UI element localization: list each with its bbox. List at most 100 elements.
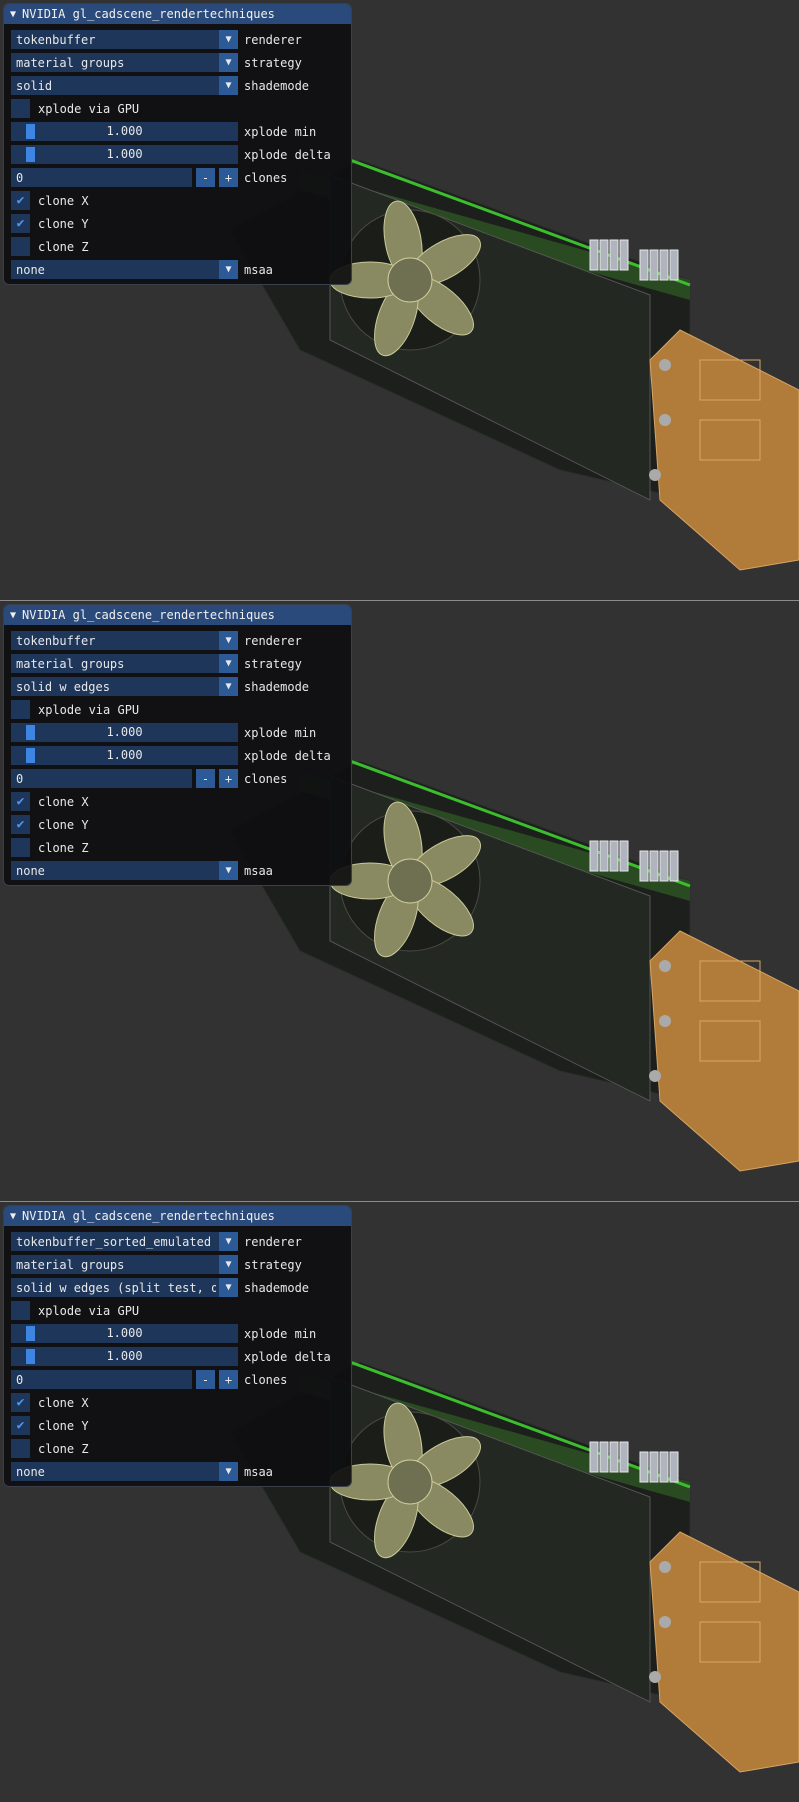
xplode-gpu-checkbox[interactable] — [11, 99, 30, 118]
settings-window[interactable]: ▼ NVIDIA gl_cadscene_rendertechniques to… — [3, 1205, 352, 1487]
strategy-label: strategy — [244, 1257, 302, 1272]
strategy-label: strategy — [244, 55, 302, 70]
strategy-dropdown[interactable]: material groups ▼ — [11, 654, 238, 673]
xplode-min-slider[interactable]: 1.000 — [11, 1324, 238, 1343]
settings-window[interactable]: ▼ NVIDIA gl_cadscene_rendertechniques to… — [3, 604, 352, 886]
shademode-dropdown[interactable]: solid w edges ▼ — [11, 677, 238, 696]
renderer-dropdown[interactable]: tokenbuffer ▼ — [11, 631, 238, 650]
clones-increment-button[interactable]: + — [219, 1370, 238, 1389]
clones-decrement-button[interactable]: - — [196, 168, 215, 187]
clones-label: clones — [244, 1372, 288, 1387]
triangle-down-icon: ▼ — [219, 1255, 238, 1274]
window-title: NVIDIA gl_cadscene_rendertechniques — [22, 1209, 275, 1223]
viewport-2[interactable]: ▼ NVIDIA gl_cadscene_rendertechniques to… — [0, 601, 799, 1201]
xplode-min-slider[interactable]: 1.000 — [11, 122, 238, 141]
triangle-down-icon: ▼ — [219, 53, 238, 72]
clone-x-label: clone X — [38, 193, 89, 208]
clone-y-label: clone Y — [38, 817, 89, 832]
checkmark-icon: ✔ — [16, 216, 25, 231]
shademode-label: shademode — [244, 679, 310, 694]
clone-y-label: clone Y — [38, 1418, 89, 1433]
clones-increment-button[interactable]: + — [219, 168, 238, 187]
msaa-dropdown[interactable]: none ▼ — [11, 861, 238, 880]
clones-decrement-button[interactable]: - — [196, 1370, 215, 1389]
clone-x-checkbox[interactable]: ✔ — [11, 792, 30, 811]
clone-y-label: clone Y — [38, 216, 89, 231]
xplode-gpu-label: xplode via GPU — [38, 702, 140, 717]
xplode-min-label: xplode min — [244, 124, 317, 139]
xplode-delta-slider[interactable]: 1.000 — [11, 145, 238, 164]
checkmark-icon: ✔ — [16, 193, 25, 208]
clone-x-checkbox[interactable]: ✔ — [11, 1393, 30, 1412]
triangle-down-icon[interactable]: ▼ — [10, 610, 16, 621]
msaa-label: msaa — [244, 262, 273, 277]
checkmark-icon: ✔ — [16, 1395, 25, 1410]
clones-input[interactable]: 0 — [11, 1370, 192, 1389]
clones-input[interactable]: 0 — [11, 769, 192, 788]
clone-x-label: clone X — [38, 1395, 89, 1410]
triangle-down-icon: ▼ — [219, 76, 238, 95]
xplode-delta-label: xplode delta — [244, 1349, 331, 1364]
clone-x-label: clone X — [38, 794, 89, 809]
triangle-down-icon[interactable]: ▼ — [10, 9, 16, 20]
viewport-3[interactable]: ▼ NVIDIA gl_cadscene_rendertechniques to… — [0, 1202, 799, 1802]
window-title-bar[interactable]: ▼ NVIDIA gl_cadscene_rendertechniques — [4, 605, 351, 625]
shademode-dropdown[interactable]: solid w edges (split test, on ▼ — [11, 1278, 238, 1297]
shademode-label: shademode — [244, 78, 310, 93]
xplode-gpu-checkbox[interactable] — [11, 1301, 30, 1320]
shademode-dropdown[interactable]: solid ▼ — [11, 76, 238, 95]
clone-y-checkbox[interactable]: ✔ — [11, 1416, 30, 1435]
xplode-min-slider[interactable]: 1.000 — [11, 723, 238, 742]
checkmark-icon: ✔ — [16, 794, 25, 809]
settings-window[interactable]: ▼ NVIDIA gl_cadscene_rendertechniques to… — [3, 3, 352, 285]
xplode-delta-slider[interactable]: 1.000 — [11, 746, 238, 765]
xplode-delta-slider[interactable]: 1.000 — [11, 1347, 238, 1366]
clone-z-label: clone Z — [38, 840, 89, 855]
msaa-label: msaa — [244, 1464, 273, 1479]
triangle-down-icon: ▼ — [219, 1232, 238, 1251]
clones-label: clones — [244, 771, 288, 786]
clones-input[interactable]: 0 — [11, 168, 192, 187]
xplode-delta-label: xplode delta — [244, 748, 331, 763]
window-title-bar[interactable]: ▼ NVIDIA gl_cadscene_rendertechniques — [4, 4, 351, 24]
clone-y-checkbox[interactable]: ✔ — [11, 815, 30, 834]
clones-label: clones — [244, 170, 288, 185]
msaa-dropdown[interactable]: none ▼ — [11, 1462, 238, 1481]
triangle-down-icon: ▼ — [219, 677, 238, 696]
strategy-label: strategy — [244, 656, 302, 671]
clone-z-checkbox[interactable] — [11, 838, 30, 857]
strategy-dropdown[interactable]: material groups ▼ — [11, 53, 238, 72]
xplode-min-label: xplode min — [244, 1326, 317, 1341]
renderer-dropdown[interactable]: tokenbuffer ▼ — [11, 30, 238, 49]
clone-z-label: clone Z — [38, 239, 89, 254]
clones-increment-button[interactable]: + — [219, 769, 238, 788]
triangle-down-icon: ▼ — [219, 260, 238, 279]
clone-x-checkbox[interactable]: ✔ — [11, 191, 30, 210]
xplode-delta-label: xplode delta — [244, 147, 331, 162]
clone-z-checkbox[interactable] — [11, 1439, 30, 1458]
viewport-1[interactable]: ▼ NVIDIA gl_cadscene_rendertechniques to… — [0, 0, 799, 600]
triangle-down-icon: ▼ — [219, 30, 238, 49]
window-title: NVIDIA gl_cadscene_rendertechniques — [22, 608, 275, 622]
triangle-down-icon: ▼ — [219, 1278, 238, 1297]
renderer-label: renderer — [244, 32, 302, 47]
window-title: NVIDIA gl_cadscene_rendertechniques — [22, 7, 275, 21]
clone-z-checkbox[interactable] — [11, 237, 30, 256]
xplode-gpu-label: xplode via GPU — [38, 1303, 140, 1318]
clone-z-label: clone Z — [38, 1441, 89, 1456]
xplode-gpu-checkbox[interactable] — [11, 700, 30, 719]
triangle-down-icon: ▼ — [219, 1462, 238, 1481]
window-title-bar[interactable]: ▼ NVIDIA gl_cadscene_rendertechniques — [4, 1206, 351, 1226]
renderer-dropdown[interactable]: tokenbuffer_sorted_emulated ▼ — [11, 1232, 238, 1251]
checkmark-icon: ✔ — [16, 1418, 25, 1433]
xplode-min-label: xplode min — [244, 725, 317, 740]
msaa-dropdown[interactable]: none ▼ — [11, 260, 238, 279]
renderer-label: renderer — [244, 633, 302, 648]
clone-y-checkbox[interactable]: ✔ — [11, 214, 30, 233]
strategy-dropdown[interactable]: material groups ▼ — [11, 1255, 238, 1274]
checkmark-icon: ✔ — [16, 817, 25, 832]
clones-decrement-button[interactable]: - — [196, 769, 215, 788]
triangle-down-icon: ▼ — [219, 631, 238, 650]
triangle-down-icon[interactable]: ▼ — [10, 1211, 16, 1222]
renderer-label: renderer — [244, 1234, 302, 1249]
